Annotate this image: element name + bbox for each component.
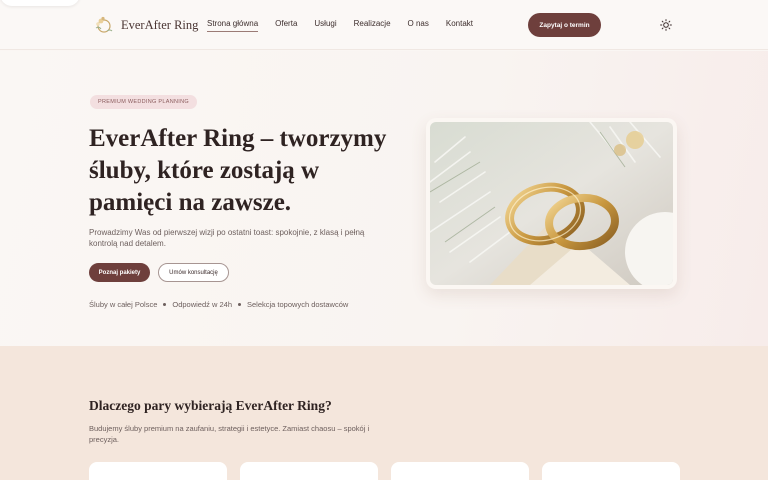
ask-date-button[interactable]: Zapytaj o termin bbox=[528, 13, 601, 37]
nav-item-about[interactable]: O nas bbox=[408, 19, 429, 28]
nav-item-portfolio[interactable]: Realizacje bbox=[354, 19, 391, 28]
feature-card bbox=[391, 462, 529, 480]
why-title: Dlaczego pary wybierają EverAfter Ring? bbox=[89, 398, 332, 413]
packages-button[interactable]: Poznaj pakiety bbox=[89, 263, 150, 282]
feature-item: Odpowiedź w 24h bbox=[172, 300, 232, 309]
main-nav: Strona główna Oferta Usługi Realizacje O… bbox=[207, 19, 490, 32]
consultation-button[interactable]: Umów konsultację bbox=[158, 263, 229, 282]
nav-item-offer[interactable]: Oferta bbox=[275, 19, 297, 28]
floral-logo-icon bbox=[95, 16, 113, 33]
feature-card bbox=[240, 462, 378, 480]
bullet-dot bbox=[163, 303, 167, 306]
feature-card bbox=[89, 462, 227, 480]
hero-image-frame bbox=[426, 118, 677, 289]
site-header: EverAfter Ring Strona główna Oferta Usłu… bbox=[0, 0, 768, 50]
wedding-rings-photo bbox=[430, 122, 673, 285]
hero-features: Śluby w całej Polsce Odpowiedź w 24h Sel… bbox=[89, 300, 348, 309]
why-section: Dlaczego pary wybierają EverAfter Ring? … bbox=[0, 346, 768, 480]
nav-item-services[interactable]: Usługi bbox=[314, 19, 336, 28]
theme-toggle-button[interactable] bbox=[658, 17, 674, 33]
sun-icon bbox=[660, 19, 672, 31]
feature-card bbox=[542, 462, 680, 480]
hero-title: EverAfter Ring – tworzymy śluby, które z… bbox=[89, 125, 387, 216]
browser-tab-fragment bbox=[0, 0, 80, 6]
premium-badge: PREMIUM WEDDING PLANNING bbox=[90, 95, 197, 109]
nav-item-home[interactable]: Strona główna bbox=[207, 19, 259, 32]
logo-text: EverAfter Ring bbox=[121, 17, 199, 32]
feature-item: Selekcja topowych dostawców bbox=[247, 300, 349, 309]
bullet-dot bbox=[238, 303, 241, 306]
why-description: Budujemy śluby premium na zaufaniu, stra… bbox=[89, 424, 370, 444]
feature-item: Śluby w całej Polsce bbox=[89, 300, 158, 309]
logo[interactable]: EverAfter Ring bbox=[93, 14, 198, 36]
hero-description: Prowadzimy Was od pierwszej wizji po ost… bbox=[89, 228, 365, 248]
hero-section: PREMIUM WEDDING PLANNING EverAfter Ring … bbox=[0, 51, 768, 346]
feature-cards bbox=[89, 462, 680, 480]
nav-item-contact[interactable]: Kontakt bbox=[446, 19, 473, 28]
